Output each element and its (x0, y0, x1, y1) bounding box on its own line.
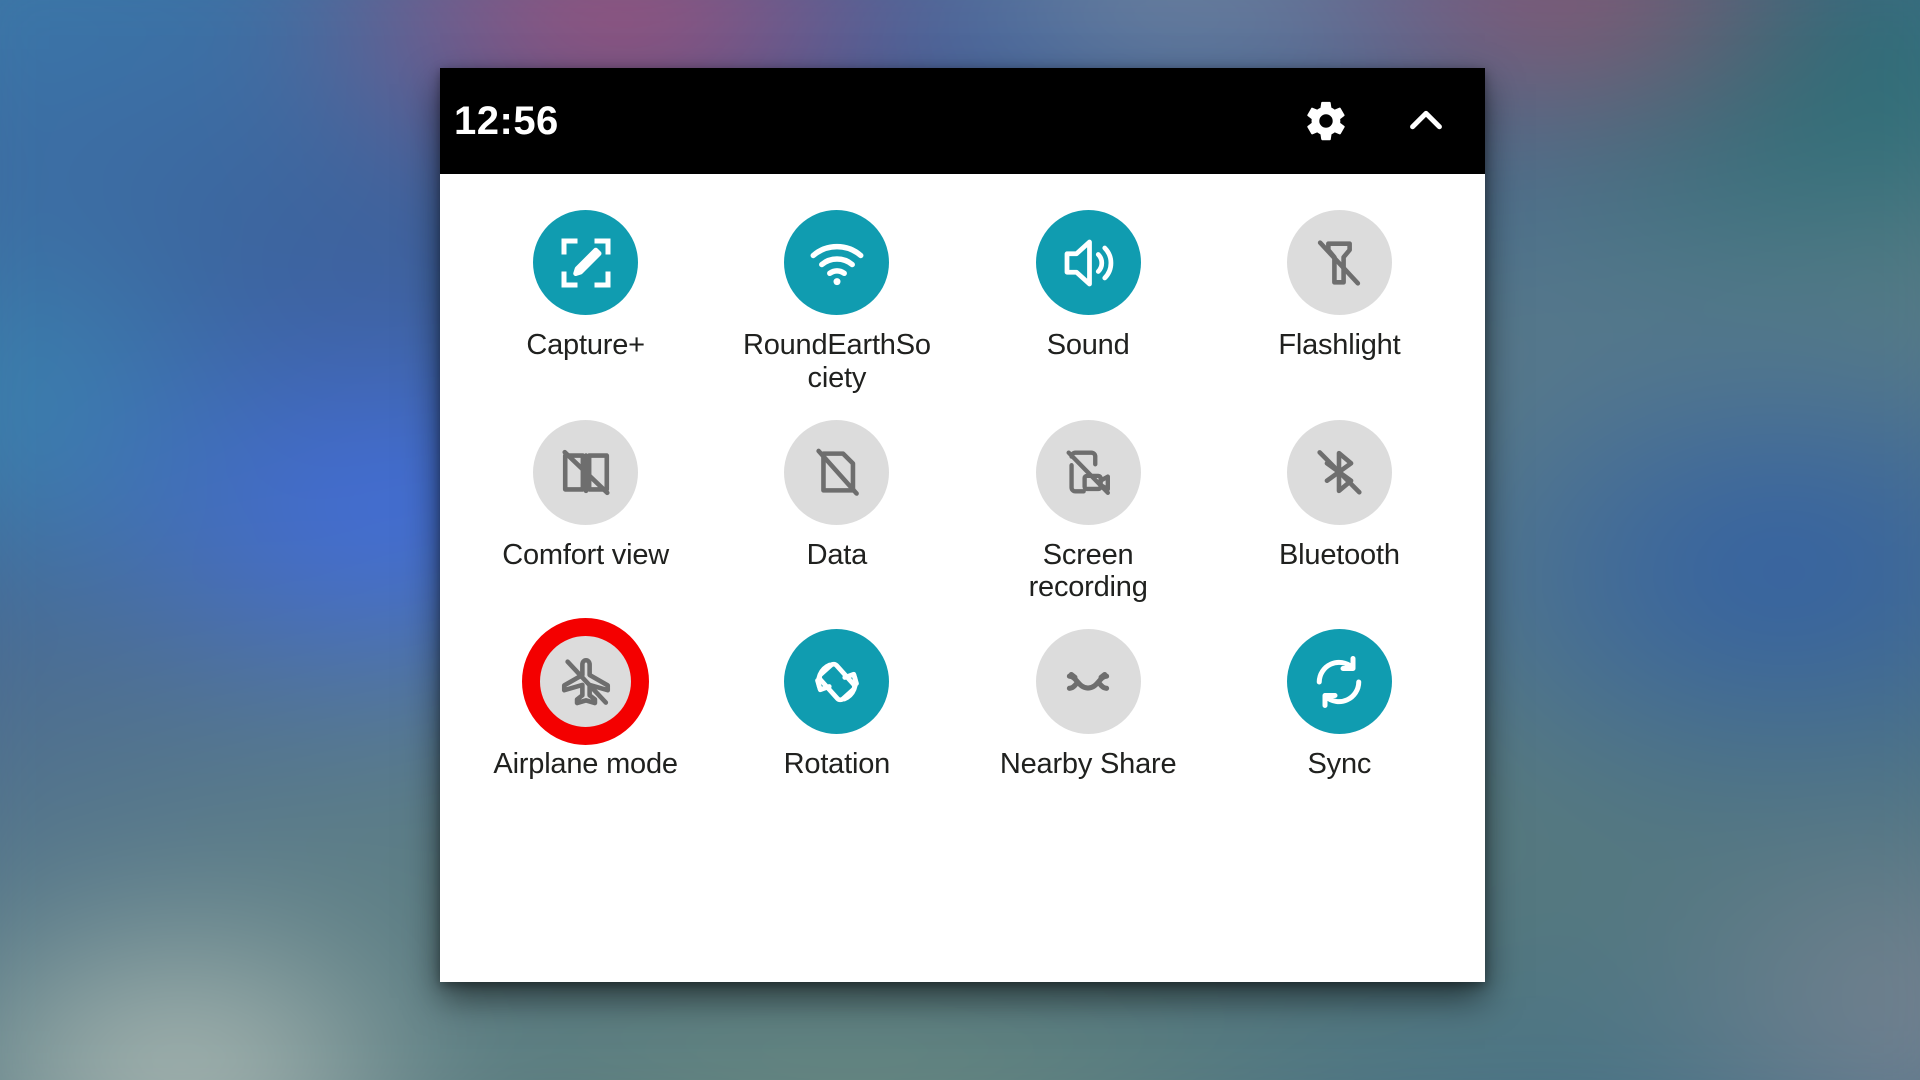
flashlight-off-icon (1286, 210, 1392, 315)
tile-label: Bluetooth (1279, 538, 1400, 571)
tile-wifi[interactable]: RoundEarthSo ciety (711, 210, 962, 395)
tile-row: Capture+ RoundEarthSo ciety Sound Flashl… (460, 210, 1465, 395)
tile-row: Airplane mode Rotation Nearby Share Sync (460, 618, 1465, 781)
tile-label: Nearby Share (999, 748, 1177, 781)
chevron-up-icon[interactable] (1403, 98, 1449, 144)
tile-label: Capture+ (526, 329, 645, 361)
bluetooth-off-icon (1286, 419, 1392, 525)
tile-label: Comfort view (502, 538, 670, 571)
tile-label: Screen recording (1028, 538, 1148, 604)
gear-icon[interactable] (1303, 98, 1349, 144)
tile-bluetooth[interactable]: Bluetooth (1214, 419, 1465, 605)
tile-comfort-view[interactable]: Comfort view (460, 419, 711, 605)
airplane-mode-off-icon (522, 618, 650, 746)
status-bar: 12:56 (440, 68, 1485, 174)
tile-data[interactable]: Data (711, 419, 962, 605)
tile-airplane-mode[interactable]: Airplane mode (460, 618, 711, 781)
tile-screen-recording[interactable]: Screen recording (963, 419, 1214, 605)
quick-settings-panel: 12:56 Capture+ RoundEarthSo ciety Sound … (440, 68, 1485, 982)
tile-row: Comfort view Data Screen recording Bluet… (460, 419, 1465, 605)
sync-icon (1286, 629, 1392, 735)
tile-label: Airplane mode (493, 748, 678, 781)
wifi-icon (784, 210, 890, 315)
tile-label: Sync (1307, 748, 1372, 781)
tile-label: Data (806, 538, 868, 571)
status-bar-actions (1303, 98, 1449, 144)
tile-label: Sound (1046, 329, 1130, 361)
tile-sync[interactable]: Sync (1214, 629, 1465, 781)
capture-plus-icon (533, 210, 639, 315)
mobile-data-off-icon (784, 419, 890, 525)
tile-flashlight[interactable]: Flashlight (1214, 210, 1465, 395)
sound-speaker-icon (1035, 210, 1141, 315)
tile-nearby-share[interactable]: Nearby Share (963, 629, 1214, 781)
comfort-view-off-icon (533, 419, 639, 525)
status-bar-clock: 12:56 (454, 98, 559, 143)
tile-label: Flashlight (1278, 329, 1401, 361)
screen-recording-off-icon (1035, 419, 1141, 525)
nearby-share-icon (1035, 629, 1141, 735)
tile-rotation[interactable]: Rotation (711, 629, 962, 781)
rotation-icon (784, 629, 890, 735)
quick-settings-tiles: Capture+ RoundEarthSo ciety Sound Flashl… (440, 174, 1485, 982)
tile-capture-plus[interactable]: Capture+ (460, 210, 711, 395)
tile-label: RoundEarthSo ciety (742, 329, 931, 394)
tile-sound[interactable]: Sound (963, 210, 1214, 395)
tile-label: Rotation (783, 748, 891, 781)
screen: 12:56 Capture+ RoundEarthSo ciety Sound … (0, 0, 1920, 1080)
